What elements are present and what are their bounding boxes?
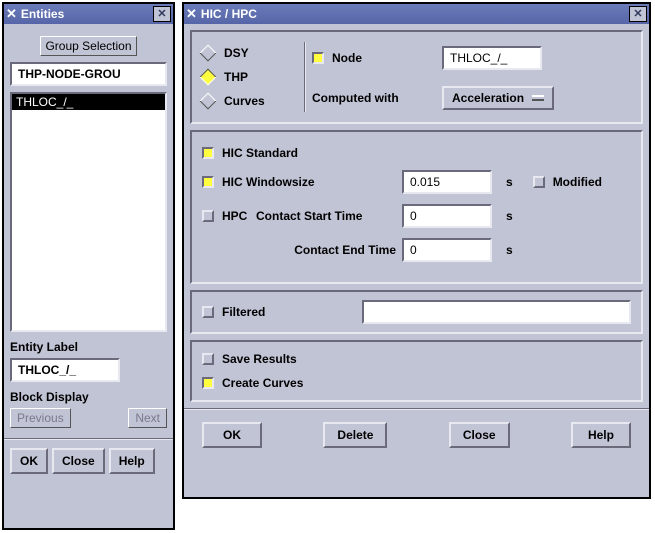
checkbox-icon <box>202 306 214 318</box>
app-icon: ✕ <box>186 6 197 22</box>
entities-title: Entities <box>21 7 153 21</box>
delete-button[interactable]: Delete <box>323 422 387 448</box>
modified-checkbox[interactable]: Modified <box>533 175 602 189</box>
node-input[interactable] <box>442 46 542 70</box>
results-section: Save Results Create Curves <box>190 340 643 402</box>
checkbox-icon <box>202 176 214 188</box>
filtered-input[interactable] <box>362 300 631 324</box>
entities-window: ✕ Entities ✕ Group Selection THLOC_/_ En… <box>2 2 175 530</box>
checkbox-icon <box>202 147 214 159</box>
save-results-checkbox[interactable]: Save Results <box>202 352 631 366</box>
contact-start-input[interactable] <box>402 204 492 228</box>
help-button[interactable]: Help <box>571 422 631 448</box>
close-button[interactable]: Close <box>449 422 510 448</box>
block-display-caption: Block Display <box>10 390 167 404</box>
close-icon[interactable]: ✕ <box>629 6 647 22</box>
unit-s: s <box>506 175 513 189</box>
ok-button[interactable]: OK <box>202 422 262 448</box>
ok-button[interactable]: OK <box>10 448 48 474</box>
filtered-section: Filtered <box>190 290 643 334</box>
hic-mid-section: HIC Standard HIC Windowsize s Modified H… <box>190 130 643 284</box>
entity-label-input[interactable] <box>10 358 120 382</box>
hic-windowsize-input[interactable] <box>402 170 492 194</box>
close-icon[interactable]: ✕ <box>153 6 171 22</box>
create-curves-checkbox[interactable]: Create Curves <box>202 376 631 390</box>
previous-button[interactable]: Previous <box>10 408 71 428</box>
diamond-icon <box>200 69 217 86</box>
contact-end-input[interactable] <box>402 238 492 262</box>
radio-curves[interactable]: Curves <box>202 94 298 108</box>
hic-top-section: DSY THP Curves Node <box>190 30 643 124</box>
radio-dsy[interactable]: DSY <box>202 46 298 60</box>
hic-title: HIC / HPC <box>201 7 629 21</box>
hpc-checkbox[interactable]: HPC <box>202 209 256 223</box>
app-icon: ✕ <box>6 6 17 22</box>
entities-content: Group Selection THLOC_/_ Entity Label Bl… <box>4 24 173 434</box>
checkbox-icon <box>533 176 545 188</box>
hic-titlebar[interactable]: ✕ HIC / HPC ✕ <box>184 4 649 24</box>
next-button[interactable]: Next <box>128 408 167 428</box>
contact-start-label: Contact Start Time <box>256 209 402 223</box>
hic-standard-checkbox[interactable]: HIC Standard <box>202 146 631 160</box>
checkbox-icon <box>202 377 214 389</box>
radio-thp[interactable]: THP <box>202 70 298 84</box>
group-input[interactable] <box>10 62 167 86</box>
list-item[interactable]: THLOC_/_ <box>12 94 165 110</box>
diamond-icon <box>200 45 217 62</box>
node-checkbox[interactable]: Node <box>312 51 442 65</box>
contact-end-label: Contact End Time <box>256 243 402 257</box>
hic-windowsize-checkbox[interactable]: HIC Windowsize <box>202 175 402 189</box>
checkbox-icon <box>202 353 214 365</box>
unit-s: s <box>506 209 513 223</box>
diamond-icon <box>200 93 217 110</box>
entity-label-caption: Entity Label <box>10 340 167 354</box>
entities-titlebar[interactable]: ✕ Entities ✕ <box>4 4 173 24</box>
filtered-checkbox[interactable]: Filtered <box>202 305 362 319</box>
computed-with-label: Computed with <box>312 91 442 105</box>
group-selection-button[interactable]: Group Selection <box>40 36 136 56</box>
checkbox-icon <box>202 210 214 222</box>
computed-with-select[interactable]: Acceleration <box>442 86 554 110</box>
checkbox-icon <box>312 52 324 64</box>
hic-window: ✕ HIC / HPC ✕ DSY THP Curves <box>182 2 651 499</box>
unit-s: s <box>506 243 513 257</box>
entity-listbox[interactable]: THLOC_/_ <box>10 92 167 332</box>
close-button[interactable]: Close <box>52 448 105 474</box>
menu-indicator-icon <box>532 95 544 101</box>
help-button[interactable]: Help <box>109 448 155 474</box>
